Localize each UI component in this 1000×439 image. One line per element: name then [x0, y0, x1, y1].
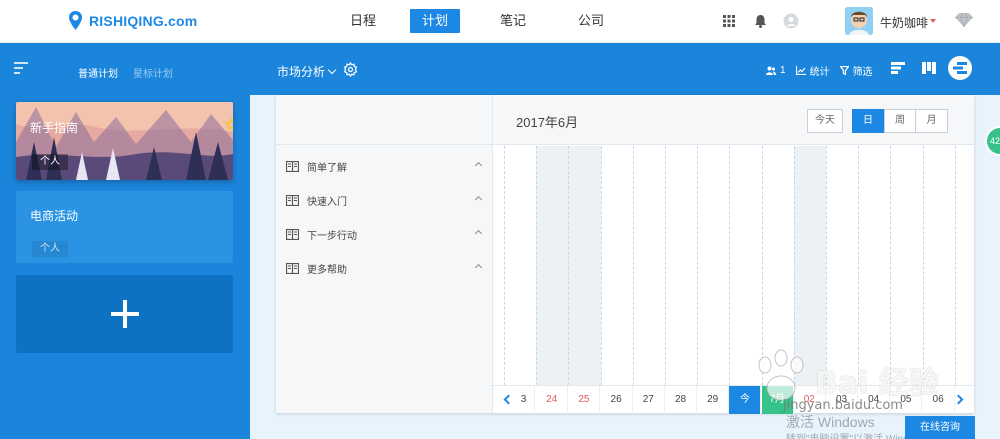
scale-day-button[interactable]: 日 [852, 109, 884, 133]
nav-notes[interactable]: 笔记 [488, 9, 538, 33]
task-label: 下一步行动 [307, 230, 357, 242]
menu-icon[interactable] [14, 62, 28, 74]
grid-line [600, 146, 602, 385]
view-gantt-button[interactable] [948, 56, 972, 80]
toolbar-actions: 1 统计 筛选 [766, 63, 883, 78]
stats-label: 统计 [809, 67, 830, 78]
stats-button[interactable]: 统计 [795, 63, 830, 78]
chevron-down-icon [327, 65, 337, 74]
plan-card-title: 电商活动 [30, 209, 79, 223]
grid-line [504, 146, 505, 385]
weekend-shade [536, 146, 569, 385]
member-count: 1 [780, 65, 786, 76]
grid-line [568, 146, 570, 385]
top-icons [720, 12, 813, 30]
user-menu-caret-icon[interactable] [930, 19, 936, 23]
nav-company[interactable]: 公司 [566, 9, 616, 33]
grid-line [665, 146, 666, 385]
date-cell[interactable]: 27 [633, 386, 665, 414]
nav-schedule[interactable]: 日程 [338, 9, 388, 33]
main-nav: 日程 计划 笔记 公司 [338, 9, 644, 33]
date-cell[interactable]: 26 [601, 386, 633, 414]
members-icon [766, 66, 776, 75]
project-title: 市场分析 [277, 65, 326, 79]
task-label: 更多帮助 [307, 264, 347, 276]
month-label: 2017年6月 [516, 115, 579, 130]
notification-bubble[interactable]: 42 [987, 128, 1000, 154]
apps-grid-icon[interactable] [720, 12, 738, 30]
plus-icon [110, 300, 139, 328]
task-list: 简单了解 快速入门 下一步行动 更多帮助 [276, 95, 493, 413]
location-pin-icon [68, 10, 83, 32]
stats-chart-icon [795, 66, 806, 75]
weekend-shade [568, 146, 601, 385]
book-icon [286, 228, 299, 240]
view-list-button[interactable] [886, 56, 910, 80]
logo[interactable]: RISHIQING.com [68, 10, 197, 32]
gear-icon[interactable] [343, 61, 358, 80]
plan-card-guide[interactable]: 新手指南 个人 [16, 102, 233, 180]
task-list-header [276, 95, 492, 145]
date-cell[interactable]: 3 [513, 386, 535, 414]
filter-funnel-icon [839, 66, 849, 75]
task-label: 简单了解 [307, 162, 347, 174]
bell-icon[interactable] [751, 12, 769, 30]
chevron-up-icon[interactable] [474, 263, 483, 272]
task-group-next-steps[interactable]: 下一步行动 [286, 226, 483, 242]
add-plan-button[interactable] [16, 275, 233, 353]
diamond-vip-icon[interactable] [955, 12, 973, 30]
user-circle-icon[interactable] [782, 12, 800, 30]
watermark-url: jingyan.baidu.com [783, 398, 903, 413]
chevron-up-icon[interactable] [474, 161, 483, 170]
chevron-up-icon[interactable] [474, 195, 483, 204]
task-group-quickstart[interactable]: 快速入门 [286, 192, 483, 208]
plan-card-title: 新手指南 [30, 121, 79, 135]
online-consult-button[interactable]: 在线咨询 [905, 416, 975, 439]
filter-button[interactable]: 筛选 [839, 63, 873, 78]
tab-starred-plans[interactable]: 星标计划 [133, 65, 173, 80]
prev-arrow-icon[interactable] [503, 394, 514, 405]
username[interactable]: 牛奶咖啡 [880, 14, 928, 31]
sidebar-header: 普通计划 星标计划 [0, 43, 250, 95]
sidebar: 普通计划 星标计划 新手指南 个人 电商活动 个人 [0, 43, 250, 439]
grid-line [632, 146, 634, 385]
project-toolbar: 市场分析 1 统计 筛选 [250, 43, 1000, 95]
date-cell[interactable]: 25 [568, 386, 601, 414]
task-group-intro[interactable]: 简单了解 [286, 158, 483, 174]
board-view-icon [922, 62, 936, 74]
date-cell[interactable]: 24 [536, 386, 569, 414]
chevron-up-icon[interactable] [474, 229, 483, 238]
project-selector[interactable]: 市场分析 [277, 63, 337, 80]
nav-plan[interactable]: 计划 [410, 9, 461, 33]
tab-normal-plans[interactable]: 普通计划 [78, 65, 118, 80]
plan-card-ecommerce[interactable]: 电商活动 个人 [16, 191, 233, 263]
list-view-icon [891, 62, 905, 74]
grid-line [729, 146, 731, 385]
filter-label: 筛选 [852, 67, 873, 78]
members-button[interactable]: 1 [766, 65, 786, 76]
task-group-help[interactable]: 更多帮助 [286, 260, 483, 276]
scale-week-button[interactable]: 周 [884, 109, 916, 133]
book-icon [286, 262, 299, 274]
avatar[interactable] [845, 7, 873, 35]
task-label: 快速入门 [307, 196, 347, 208]
date-cell[interactable]: 28 [665, 386, 697, 414]
view-board-button[interactable] [917, 56, 941, 80]
plan-card-tag: 个人 [32, 241, 68, 257]
top-navbar: RISHIQING.com 日程 计划 笔记 公司 牛奶咖啡 [0, 0, 1000, 43]
grid-line [697, 146, 699, 385]
book-icon [286, 160, 299, 172]
grid-line [536, 146, 538, 385]
book-icon [286, 194, 299, 206]
timeline-header: 2017年6月 今天 日 周 月 [493, 95, 974, 145]
date-cell[interactable]: 29 [697, 386, 730, 414]
gantt-view-icon [953, 62, 967, 74]
plan-card-tag: 个人 [32, 154, 68, 170]
scale-month-button[interactable]: 月 [916, 109, 948, 133]
logo-text: RISHIQING.com [89, 13, 198, 29]
windows-activation-title: 激活 Windows [786, 414, 875, 430]
watermark-text: Bai 经验 [815, 366, 939, 401]
today-button[interactable]: 今天 [807, 109, 843, 133]
